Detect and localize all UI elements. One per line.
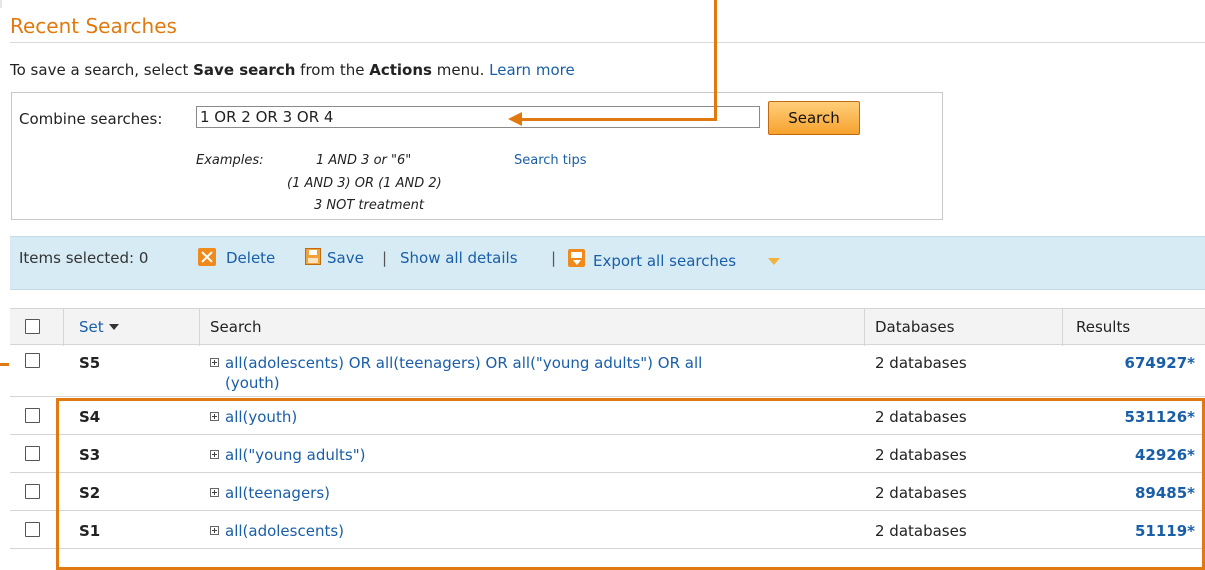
frame-edge	[0, 0, 2, 8]
intro-mid: from the	[295, 61, 370, 79]
export-icon[interactable]	[568, 249, 585, 267]
search-query-continued[interactable]: (youth)	[225, 374, 280, 392]
save-instructions: To save a search, select Save search fro…	[10, 61, 575, 79]
show-all-details-link[interactable]: Show all details	[400, 249, 518, 267]
set-header-label: Set	[79, 318, 104, 336]
search-button[interactable]: Search	[768, 101, 860, 135]
row-checkbox[interactable]	[25, 484, 40, 499]
table-row: S5 all(adolescents) OR all(teenagers) OR…	[10, 345, 1205, 397]
combine-searches-input[interactable]	[196, 106, 760, 128]
export-all-searches-button[interactable]: Export all searches	[593, 252, 736, 270]
row-checkbox[interactable]	[25, 408, 40, 423]
set-column-header[interactable]: Set	[79, 318, 119, 336]
annotation-arrowhead-icon	[508, 112, 522, 126]
expand-icon[interactable]	[210, 358, 219, 367]
results-column-header: Results	[1076, 318, 1131, 336]
databases-column-header: Databases	[875, 318, 955, 336]
sort-down-icon	[108, 324, 119, 330]
items-selected-count: Items selected: 0	[19, 249, 149, 267]
example-3: 3 NOT treatment	[314, 198, 424, 213]
chevron-down-icon[interactable]	[768, 258, 780, 265]
column-divider	[864, 309, 865, 346]
toolbar-separator: |	[551, 249, 557, 267]
intro-suffix: menu.	[431, 61, 490, 79]
select-all-checkbox[interactable]	[25, 319, 40, 334]
delete-icon[interactable]	[198, 248, 216, 266]
combine-searches-label: Combine searches:	[19, 110, 163, 128]
annotation-arrow-line	[714, 0, 717, 121]
column-divider	[63, 309, 64, 346]
example-2: (1 AND 3) OR (1 AND 2)	[287, 176, 442, 191]
search-query-text[interactable]: all(adolescents) OR all(teenagers) OR al…	[225, 354, 702, 372]
delete-button[interactable]: Delete	[226, 249, 275, 267]
save-icon[interactable]	[305, 248, 321, 265]
annotation-arrow-line	[522, 118, 717, 121]
intro-prefix: To save a search, select	[10, 61, 194, 79]
save-button[interactable]: Save	[327, 249, 364, 267]
annotation-highlight-box	[56, 398, 1205, 570]
examples-label: Examples:	[196, 153, 264, 168]
search-column-header: Search	[210, 318, 262, 336]
toolbar-separator: |	[382, 249, 388, 267]
annotation-marker	[0, 363, 9, 366]
column-divider	[199, 309, 200, 346]
search-query-link[interactable]: all(adolescents) OR all(teenagers) OR al…	[210, 354, 702, 372]
row-checkbox[interactable]	[25, 353, 40, 368]
learn-more-link[interactable]: Learn more	[489, 61, 575, 79]
set-id: S5	[79, 354, 101, 372]
intro-save-search: Save search	[193, 61, 296, 79]
table-header-row: Set Search Databases Results	[10, 308, 1205, 346]
column-divider	[1062, 309, 1063, 346]
row-checkbox[interactable]	[25, 522, 40, 537]
page-title: Recent Searches	[10, 14, 177, 38]
example-1: 1 AND 3 or "6"	[316, 153, 412, 168]
search-tips-link[interactable]: Search tips	[514, 153, 587, 168]
databases-count: 2 databases	[875, 354, 967, 372]
row-checkbox[interactable]	[25, 446, 40, 461]
intro-actions: Actions	[369, 61, 432, 79]
results-count-link[interactable]: 674927*	[1125, 354, 1195, 372]
title-divider	[10, 42, 1205, 43]
